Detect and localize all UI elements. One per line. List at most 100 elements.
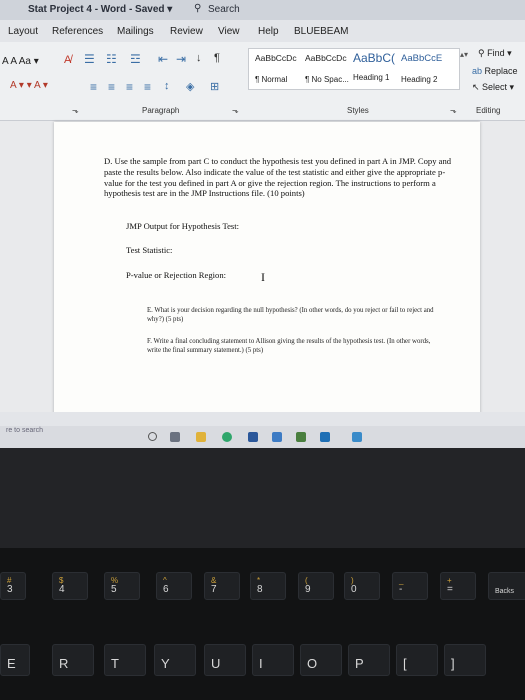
font-color-controls[interactable]: A ▾ ▾ A ▾ (10, 80, 48, 91)
key-bracket-right[interactable]: ] (444, 644, 486, 676)
key-o[interactable]: O (300, 644, 342, 676)
justify-icon[interactable]: ≡ (144, 80, 151, 94)
line-spacing-icon[interactable]: ↕ (164, 80, 170, 92)
paragraph-dialog-launcher-icon[interactable]: ⬎ (232, 106, 239, 115)
taskbar-search[interactable]: re to search (6, 427, 43, 434)
key-e[interactable]: E (0, 644, 30, 676)
sort-icon[interactable]: ↓ (196, 52, 202, 64)
select-label: Select ▾ (482, 82, 515, 92)
mail-icon[interactable] (272, 432, 282, 442)
search-icon: ⚲ (478, 48, 488, 58)
ribbon: A A Aa ▾ A ▾ ▾ A ▾ A̸ ☰ ☷ ☲ ⇤ ⇥ ↓ ¶ ≡ ≡ … (0, 42, 525, 121)
font-dialog-launcher-icon[interactable]: ⬎ (72, 106, 79, 115)
document-title[interactable]: Stat Project 4 - Word - Saved ▾ (28, 4, 172, 15)
file-explorer-icon[interactable] (196, 432, 206, 442)
key-4[interactable]: $4 (52, 572, 88, 600)
key-r[interactable]: R (52, 644, 94, 676)
question-e-text: E. What is your decision regarding the n… (147, 307, 434, 323)
styles-dialog-launcher-icon[interactable]: ⬎ (450, 106, 457, 115)
tab-view[interactable]: View (218, 26, 240, 37)
tab-mailings[interactable]: Mailings (117, 26, 154, 37)
laptop-screen: Stat Project 4 - Word - Saved ▾ ⚲ Search… (0, 0, 525, 448)
store-icon[interactable] (320, 432, 330, 442)
group-paragraph-label: Paragraph (142, 106, 180, 115)
keyboard: #3 $4 % 5 ^ 6 & 7 * 8 (9 ) 0 _ - + = Backs E R … (0, 548, 525, 700)
laptop-bezel (0, 448, 525, 548)
search-box[interactable]: ⚲ Search (190, 2, 340, 17)
key-9[interactable]: (9 (298, 572, 334, 600)
style-name: ¶ Normal (255, 75, 288, 84)
test-statistic-label: Test Statistic: (126, 245, 173, 255)
task-view-icon[interactable] (148, 432, 157, 441)
key-6[interactable]: ^ 6 (156, 572, 192, 600)
key-5[interactable]: % 5 (104, 572, 140, 600)
style-normal[interactable]: AaBbCcDc ¶ Normal (255, 53, 297, 84)
group-editing-label: Editing (476, 106, 501, 115)
tab-bluebeam[interactable]: BLUEBEAM (294, 26, 348, 37)
select-arrow-icon: ↖ (472, 82, 483, 92)
multilevel-list-icon[interactable]: ☲ (130, 52, 141, 66)
text-cursor-icon: I (261, 270, 265, 284)
ribbon-tabs: Layout References Mailings Review View H… (0, 20, 525, 42)
jmp-icon[interactable] (352, 432, 362, 442)
style-no-spacing[interactable]: AaBbCcDc ¶ No Spac... (305, 53, 349, 84)
shading-icon[interactable]: ◈ (186, 80, 194, 93)
find-label: Find ▾ (487, 48, 512, 58)
document-page[interactable]: D. Use the sample from part C to conduct… (54, 122, 480, 448)
tab-layout[interactable]: Layout (8, 26, 38, 37)
increase-indent-icon[interactable]: ⇥ (176, 52, 186, 66)
styles-scroll-icon[interactable]: ▴▾ (460, 50, 468, 59)
taskbar: re to search (0, 426, 525, 448)
app-icon[interactable] (170, 432, 180, 442)
align-right-icon[interactable]: ≡ (126, 80, 133, 94)
style-heading-2[interactable]: AaBbCcE Heading 2 (401, 53, 442, 84)
excel-icon[interactable] (296, 432, 306, 442)
replace-icon: ab (472, 66, 485, 76)
align-left-icon[interactable]: ≡ (90, 80, 97, 94)
key-backspace[interactable]: Backs (488, 572, 525, 600)
search-label: Search (208, 4, 240, 15)
style-name: Heading 1 (353, 73, 390, 82)
replace-button[interactable]: ab Replace (472, 66, 518, 76)
key-0[interactable]: ) 0 (344, 572, 380, 600)
decrease-indent-icon[interactable]: ⇤ (158, 52, 168, 66)
show-formatting-icon[interactable]: ¶ (214, 52, 220, 64)
font-size-controls[interactable]: A A Aa ▾ (2, 56, 39, 67)
key-minus[interactable]: _ - (392, 572, 428, 600)
numbering-icon[interactable]: ☷ (106, 52, 117, 66)
style-preview: AaBbCcDc (305, 53, 347, 63)
bullets-icon[interactable]: ☰ (84, 52, 95, 66)
question-d-text: D. Use the sample from part C to conduct… (104, 156, 452, 199)
key-t[interactable]: T (104, 644, 146, 676)
key-y[interactable]: Y (154, 644, 196, 676)
question-f-text: F. Write a final concluding statement to… (147, 338, 431, 354)
tab-references[interactable]: References (52, 26, 103, 37)
pvalue-label: P-value or Rejection Region: (126, 270, 226, 280)
style-heading-1[interactable]: AaBbC( Heading 1 (353, 51, 395, 82)
key-p[interactable]: P (348, 644, 390, 676)
key-i[interactable]: I (252, 644, 294, 676)
key-7[interactable]: & 7 (204, 572, 240, 600)
tab-help[interactable]: Help (258, 26, 279, 37)
align-center-icon[interactable]: ≡ (108, 80, 115, 94)
title-bar: Stat Project 4 - Word - Saved ▾ ⚲ Search (0, 0, 525, 20)
key-8[interactable]: * 8 (250, 572, 286, 600)
word-icon[interactable] (248, 432, 258, 442)
status-bar (0, 412, 525, 426)
key-u[interactable]: U (204, 644, 246, 676)
style-name: Heading 2 (401, 75, 438, 84)
select-button[interactable]: ↖ Select ▾ (472, 82, 514, 93)
key-bracket-left[interactable]: [ (396, 644, 438, 676)
key-3[interactable]: #3 (0, 572, 26, 600)
style-preview: AaBbCcE (401, 53, 443, 64)
style-preview: AaBbC( (353, 51, 396, 65)
borders-icon[interactable]: ⊞ (210, 80, 219, 93)
clear-formatting-icon[interactable]: A̸ (64, 54, 71, 66)
chrome-icon[interactable] (222, 432, 232, 442)
style-preview: AaBbCcDc (255, 53, 297, 63)
key-equals[interactable]: + = (440, 572, 476, 600)
tab-review[interactable]: Review (170, 26, 203, 37)
styles-gallery: AaBbCcDc ¶ Normal AaBbCcDc ¶ No Spac... … (248, 48, 460, 90)
search-icon: ⚲ (194, 3, 202, 14)
find-button[interactable]: ⚲ Find ▾ (478, 48, 512, 59)
